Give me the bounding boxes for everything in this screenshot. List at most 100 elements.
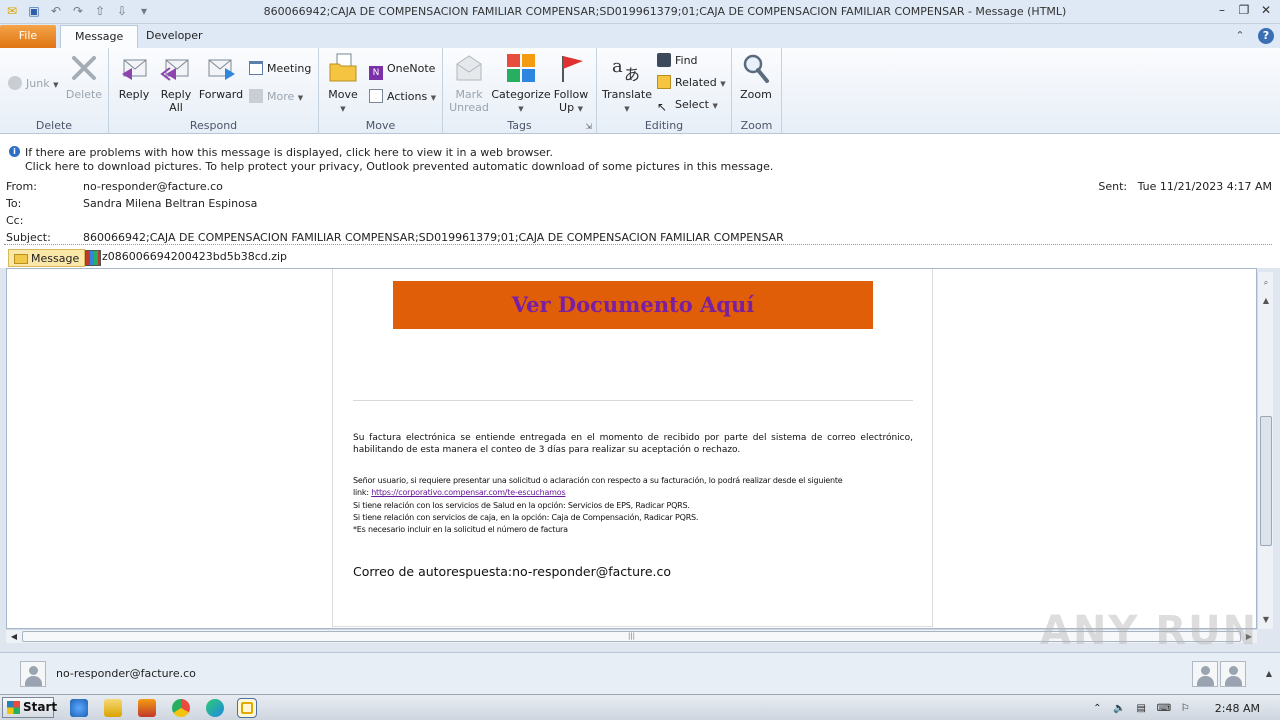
scroll-left-icon[interactable]: ◀: [7, 630, 21, 644]
junk-button[interactable]: Junk ▼: [8, 75, 58, 93]
select-button[interactable]: ↖ Select ▼: [657, 96, 718, 114]
group-label-tags: Tags: [507, 119, 532, 132]
infobar-browser-link[interactable]: If there are problems with how this mess…: [25, 146, 553, 159]
from-value[interactable]: no-responder@facture.co: [83, 180, 223, 193]
window-controls: – ❐ ✕: [1214, 2, 1274, 18]
support-line-3: Si tiene relación con los servicios de S…: [353, 500, 690, 510]
autoresponse-text: Correo de autorespuesta:no-responder@fac…: [353, 564, 672, 579]
start-button[interactable]: Start: [2, 697, 57, 718]
explorer-icon[interactable]: [104, 699, 122, 717]
support-line-1: Señor usuario, si requiere presentar una…: [353, 476, 843, 485]
window-title: 860066942;CAJA DE COMPENSACION FAMILIAR …: [263, 5, 1067, 18]
help-icon[interactable]: ?: [1258, 28, 1274, 44]
down-arrow-icon[interactable]: ⇩: [114, 3, 130, 19]
dialog-launcher-icon[interactable]: ⇲: [585, 122, 592, 131]
minimize-ribbon-icon[interactable]: ⌃: [1232, 28, 1248, 44]
chrome-icon[interactable]: [172, 699, 190, 717]
sent-date: Sent: Tue 11/21/2023 4:17 AM: [1098, 180, 1272, 193]
junk-icon: [8, 76, 22, 90]
restore-icon[interactable]: ❐: [1236, 2, 1252, 18]
find-button[interactable]: Find: [657, 52, 698, 70]
edge-icon[interactable]: [206, 699, 224, 717]
calendar-icon: [249, 61, 263, 75]
support-link[interactable]: https://corporativo.compensar.com/te-esc…: [371, 488, 565, 497]
infobar-download-pictures[interactable]: Click here to download pictures. To help…: [25, 160, 773, 173]
onenote-button[interactable]: N OneNote: [369, 60, 435, 80]
ribbon-tabs: File Message Developer ⌃ ?: [0, 24, 1280, 48]
contact-avatar-1[interactable]: [1192, 661, 1218, 687]
meeting-button[interactable]: Meeting: [249, 60, 311, 78]
taskbar: Start ⌃ 🔈 ▤ ⌨ ⚐ 2:48 AM: [0, 694, 1280, 720]
translate-button[interactable]: aあ Translate ▼: [601, 52, 653, 116]
tab-developer[interactable]: Developer: [132, 25, 217, 48]
message-tab[interactable]: Message: [8, 249, 86, 267]
actions-button[interactable]: Actions ▼: [369, 88, 436, 106]
zoom-button[interactable]: Zoom: [736, 52, 776, 101]
outlook-taskbar-icon[interactable]: [237, 698, 257, 718]
undo-icon[interactable]: ↶: [48, 3, 64, 19]
to-value[interactable]: Sandra Milena Beltran Espinosa: [83, 197, 257, 210]
related-button[interactable]: Related ▼: [657, 74, 726, 92]
support-line-5: *Es necesario incluir en la solicitud el…: [353, 525, 568, 535]
customize-qat-icon[interactable]: ▾: [136, 3, 152, 19]
group-respond: Reply Reply All Forward Meeting More ▼ Re…: [109, 48, 319, 134]
header-separator: [4, 244, 1272, 245]
follow-up-button[interactable]: Follow Up ▼: [551, 52, 591, 116]
move-button[interactable]: Move ▼: [325, 52, 361, 116]
view-document-banner-link[interactable]: Ver Documento Aquí: [393, 281, 873, 329]
reply-icon: [122, 59, 147, 80]
contact-avatar-2[interactable]: [1220, 661, 1246, 687]
magnifier-icon: [743, 54, 769, 83]
mark-unread-button[interactable]: Mark Unread: [447, 52, 491, 114]
support-line-4: Si tiene relación con servicios de caja,…: [353, 512, 699, 522]
watermark: ANY RUN: [1040, 608, 1259, 654]
action-center-flag-icon[interactable]: ⚐: [1179, 702, 1192, 715]
email-content: Ver Documento Aquí Su factura electrónic…: [332, 269, 933, 627]
redo-icon[interactable]: ↷: [70, 3, 86, 19]
categorize-button[interactable]: Categorize ▼: [491, 52, 551, 116]
zoom-tool-icon[interactable]: ⌕: [1259, 276, 1273, 290]
show-hidden-icons[interactable]: ⌃: [1091, 702, 1104, 715]
tab-file[interactable]: File: [0, 25, 56, 48]
more-icon: [249, 89, 263, 103]
volume-icon[interactable]: 🔈: [1113, 702, 1126, 715]
group-zoom: Zoom Zoom: [732, 48, 782, 134]
scroll-down-icon[interactable]: ▼: [1259, 613, 1273, 627]
attachment-zip-file[interactable]: z086006694200423bd5b38cd.zip: [85, 250, 287, 266]
translate-icon: aあ: [612, 56, 640, 84]
save-icon[interactable]: ▣: [26, 3, 42, 19]
expand-people-pane-icon[interactable]: ▲: [1266, 669, 1272, 678]
from-label: From:: [6, 180, 37, 193]
info-bar[interactable]: If there are problems with how this mess…: [0, 134, 1280, 174]
content-divider: [353, 400, 913, 401]
close-icon[interactable]: ✕: [1258, 2, 1274, 18]
group-editing: aあ Translate ▼ Find Related ▼ ↖ Select ▼ E…: [597, 48, 732, 134]
more-button[interactable]: More ▼: [249, 88, 303, 106]
forward-button[interactable]: Forward: [197, 52, 245, 101]
vertical-scroll-thumb[interactable]: [1260, 416, 1272, 546]
up-arrow-icon[interactable]: ⇧: [92, 3, 108, 19]
reply-button[interactable]: Reply: [115, 52, 153, 101]
mark-unread-icon: [456, 55, 482, 81]
media-player-icon[interactable]: [138, 699, 156, 717]
delete-button[interactable]: Delete: [64, 52, 104, 101]
minimize-icon[interactable]: –: [1214, 2, 1230, 18]
tab-message[interactable]: Message: [60, 25, 139, 48]
related-icon: [657, 75, 671, 89]
move-folder-icon: [329, 53, 357, 82]
ie-icon[interactable]: [70, 699, 88, 717]
network-icon[interactable]: ▤: [1135, 702, 1148, 715]
onenote-icon: N: [369, 66, 383, 80]
subject-value: 860066942;CAJA DE COMPENSACION FAMILIAR …: [83, 231, 784, 244]
categorize-icon: [507, 54, 535, 82]
keyboard-icon[interactable]: ⌨: [1157, 702, 1171, 715]
clock[interactable]: 2:48 AM: [1215, 702, 1260, 715]
people-pane-name[interactable]: no-responder@facture.co: [56, 667, 196, 680]
sender-avatar[interactable]: [20, 661, 46, 687]
reply-all-button[interactable]: Reply All: [157, 52, 195, 114]
delete-icon: [72, 56, 96, 80]
actions-icon: [369, 89, 383, 103]
group-label-delete: Delete: [35, 119, 73, 132]
scroll-up-icon[interactable]: ▲: [1259, 294, 1273, 308]
vertical-scrollbar[interactable]: ⌕ ▲ ▼: [1257, 272, 1273, 629]
